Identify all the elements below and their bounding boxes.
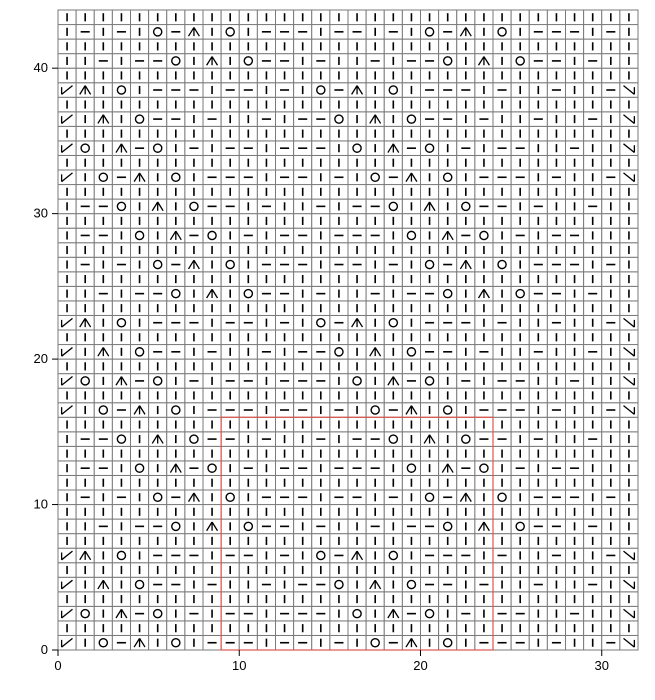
- cell: [221, 25, 239, 40]
- cell: [402, 577, 420, 592]
- y-tick-label: 20: [34, 351, 48, 366]
- cell: [203, 461, 221, 476]
- cell: [131, 577, 149, 592]
- cell: [421, 374, 439, 389]
- cell: [384, 315, 402, 330]
- cell: [312, 83, 330, 98]
- cell: [439, 403, 457, 418]
- cell: [167, 635, 185, 650]
- cell: [149, 374, 167, 389]
- cell: [457, 432, 475, 447]
- cell: [167, 286, 185, 301]
- y-tick-label: 40: [34, 60, 48, 75]
- x-tick-label: 20: [413, 658, 427, 673]
- cell: [421, 490, 439, 505]
- cell: [112, 548, 130, 563]
- cell: [312, 548, 330, 563]
- cell: [149, 257, 167, 272]
- cell: [402, 228, 420, 243]
- cell: [221, 257, 239, 272]
- cells: [58, 10, 638, 650]
- cell: [439, 519, 457, 534]
- cell: [366, 635, 384, 650]
- cell: [76, 606, 94, 621]
- cell: [439, 286, 457, 301]
- cell: [149, 141, 167, 156]
- y-tick-label: 10: [34, 497, 48, 512]
- cell: [348, 141, 366, 156]
- cell: [203, 228, 221, 243]
- cell: [131, 112, 149, 127]
- cell: [348, 374, 366, 389]
- cell: [185, 199, 203, 214]
- cell: [511, 519, 529, 534]
- cell: [439, 635, 457, 650]
- cell: [131, 228, 149, 243]
- cell: [402, 461, 420, 476]
- y-tick-label: 30: [34, 206, 48, 221]
- cell: [457, 199, 475, 214]
- cell: [493, 257, 511, 272]
- cell: [131, 345, 149, 360]
- cell: [366, 403, 384, 418]
- cell: [475, 461, 493, 476]
- cell: [439, 54, 457, 69]
- cell: [76, 374, 94, 389]
- cell: [384, 548, 402, 563]
- cell: [421, 606, 439, 621]
- cell: [475, 228, 493, 243]
- cell: [421, 141, 439, 156]
- x-tick-label: 30: [595, 658, 609, 673]
- cell: [131, 461, 149, 476]
- cell: [421, 25, 439, 40]
- cell: [221, 490, 239, 505]
- cell: [167, 519, 185, 534]
- cell: [149, 490, 167, 505]
- cell: [94, 635, 112, 650]
- cell: [167, 403, 185, 418]
- cell: [439, 170, 457, 185]
- cell: [149, 25, 167, 40]
- cell: [493, 490, 511, 505]
- cell: [312, 315, 330, 330]
- cell: [94, 403, 112, 418]
- cell: [112, 432, 130, 447]
- cell: [112, 315, 130, 330]
- y-tick-label: 0: [41, 642, 48, 657]
- cell: [402, 112, 420, 127]
- cell: [149, 606, 167, 621]
- cell: [239, 54, 257, 69]
- x-tick-label: 10: [232, 658, 246, 673]
- cell: [366, 170, 384, 185]
- knitting-chart: 0 10 20 30 40 0 10 20 30: [0, 0, 655, 700]
- cell: [94, 170, 112, 185]
- cell: [493, 25, 511, 40]
- cell: [330, 577, 348, 592]
- cell: [112, 83, 130, 98]
- cell: [185, 432, 203, 447]
- cell: [239, 519, 257, 534]
- cell: [76, 141, 94, 156]
- cell: [402, 345, 420, 360]
- cell: [421, 257, 439, 272]
- x-tick-label: 0: [54, 658, 61, 673]
- cell: [167, 170, 185, 185]
- cell: [167, 54, 185, 69]
- cell: [112, 199, 130, 214]
- cell: [330, 345, 348, 360]
- cell: [330, 112, 348, 127]
- cell: [384, 432, 402, 447]
- cell: [384, 83, 402, 98]
- cell: [511, 54, 529, 69]
- cell: [239, 286, 257, 301]
- cell: [511, 286, 529, 301]
- cell: [384, 199, 402, 214]
- cell: [348, 606, 366, 621]
